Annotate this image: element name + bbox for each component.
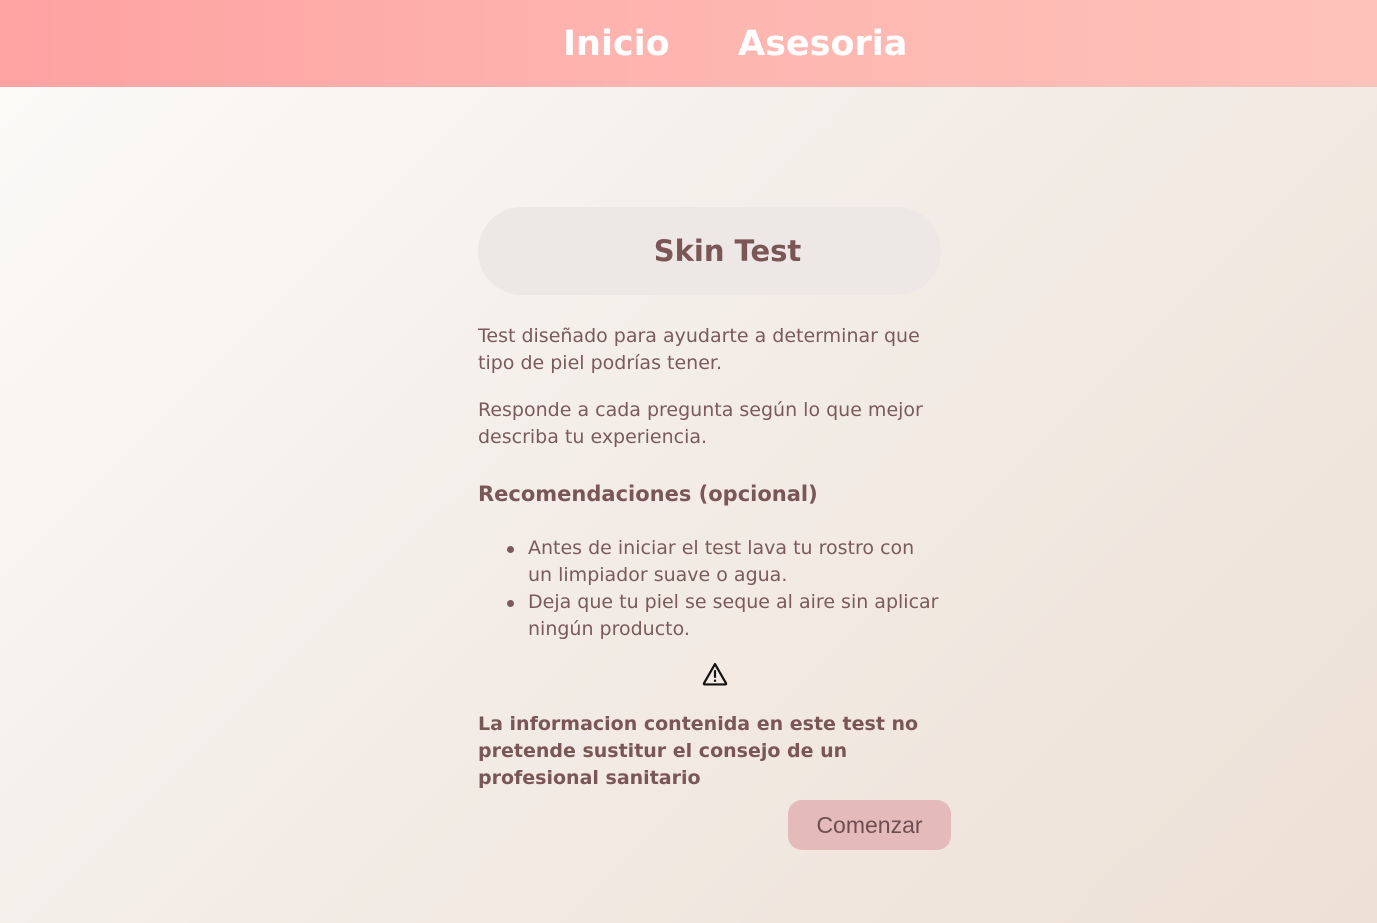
page-title-pill: Skin Test bbox=[478, 207, 941, 295]
medical-disclaimer: La informacion contenida en este test no… bbox=[478, 713, 919, 789]
intro-paragraph-instructions: Responde a cada pregunta según lo que me… bbox=[478, 399, 923, 448]
recommendations-list: Antes de iniciar el test lava tu rostro … bbox=[478, 535, 941, 643]
skin-test-intro: Skin Test Test diseñado para ayudarte a … bbox=[478, 207, 941, 792]
intro-paragraph-description: Test diseñado para ayudarte a determinar… bbox=[478, 325, 920, 374]
top-navigation-bar: Inicio Asesoria bbox=[0, 0, 1377, 87]
warning-triangle-icon bbox=[702, 662, 727, 686]
nav-link-inicio[interactable]: Inicio bbox=[563, 20, 670, 68]
page-title: Skin Test bbox=[653, 234, 802, 268]
recommendations-heading: Recomendaciones (opcional) bbox=[478, 482, 818, 506]
warning-icon-container bbox=[478, 661, 941, 691]
recommendation-item: Antes de iniciar el test lava tu rostro … bbox=[507, 535, 941, 589]
recommendation-item: Deja que tu piel se seque al aire sin ap… bbox=[507, 589, 941, 643]
nav-link-asesoria[interactable]: Asesoria bbox=[738, 20, 907, 68]
start-test-button[interactable]: Comenzar bbox=[788, 800, 951, 850]
